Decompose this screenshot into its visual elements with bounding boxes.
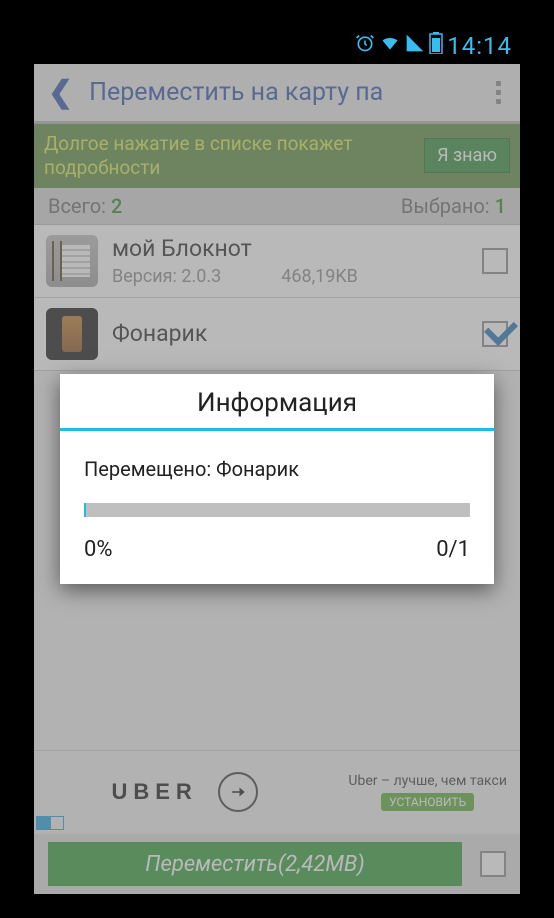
signal-icon bbox=[405, 33, 425, 59]
status-time: 14:14 bbox=[447, 32, 512, 60]
info-dialog: Информация Перемещено: Фонарик 0% 0/1 bbox=[60, 374, 494, 584]
dialog-moving-label: Перемещено: Фонарик bbox=[84, 457, 470, 481]
progress-bar bbox=[84, 503, 470, 517]
battery-icon bbox=[429, 32, 443, 60]
status-bar: 14:14 bbox=[34, 28, 520, 64]
wifi-icon bbox=[379, 33, 401, 59]
dialog-title: Информация bbox=[60, 374, 494, 428]
alarm-icon bbox=[355, 33, 375, 59]
progress-count: 0/1 bbox=[436, 537, 470, 562]
progress-percent: 0% bbox=[84, 537, 112, 562]
